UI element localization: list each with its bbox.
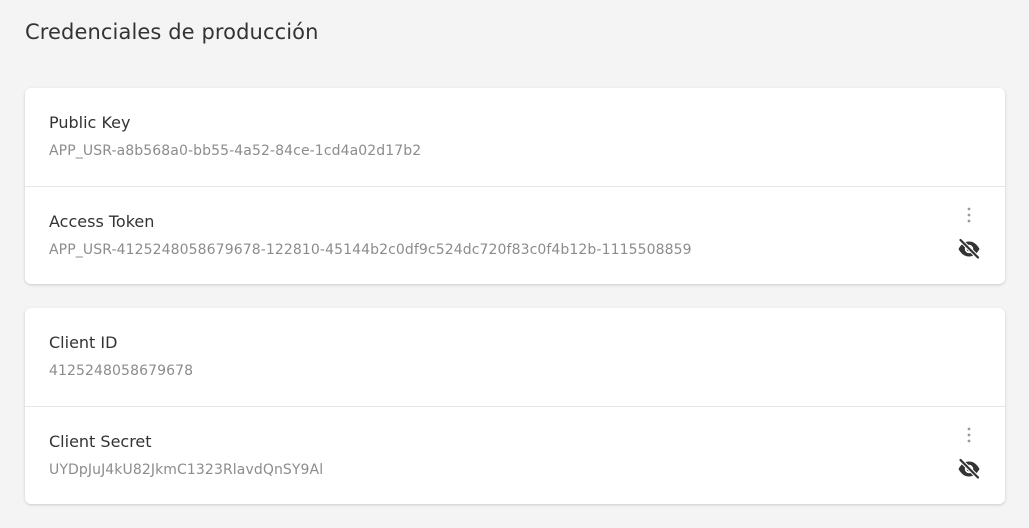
eye-off-icon [958,237,981,260]
credential-value: 4125248058679678 [49,363,194,379]
page-title: Credenciales de producción [25,20,319,44]
credential-row-access-token: Access Token APP_USR-4125248058679678-12… [25,186,1005,284]
credential-row-client-id: Client ID 4125248058679678 [25,308,1005,406]
toggle-visibility-button[interactable] [957,457,981,481]
more-vertical-icon [967,207,971,223]
credentials-page: Credenciales de producción Public Key AP… [0,0,1029,528]
credentials-card-client: Client ID 4125248058679678 Client Secret… [25,308,1005,504]
more-vertical-icon [967,427,971,443]
credential-row-client-secret: Client Secret UYDpJuJ4kU82JkmC1323RlavdQ… [25,406,1005,504]
eye-off-icon [958,457,981,480]
credentials-card-keys: Public Key APP_USR-a8b568a0-bb55-4a52-84… [25,88,1005,284]
credential-label: Public Key [49,113,131,132]
credential-label: Client Secret [49,432,152,451]
more-options-button[interactable] [961,205,977,225]
more-options-button[interactable] [961,425,977,445]
credential-row-public-key: Public Key APP_USR-a8b568a0-bb55-4a52-84… [25,88,1005,186]
credential-label: Client ID [49,333,118,352]
credential-value: UYDpJuJ4kU82JkmC1323RlavdQnSY9Al [49,462,324,478]
toggle-visibility-button[interactable] [957,237,981,261]
credential-value: APP_USR-a8b568a0-bb55-4a52-84ce-1cd4a02d… [49,143,422,159]
credential-label: Access Token [49,212,155,231]
credential-value: APP_USR-4125248058679678-122810-45144b2c… [49,242,692,258]
